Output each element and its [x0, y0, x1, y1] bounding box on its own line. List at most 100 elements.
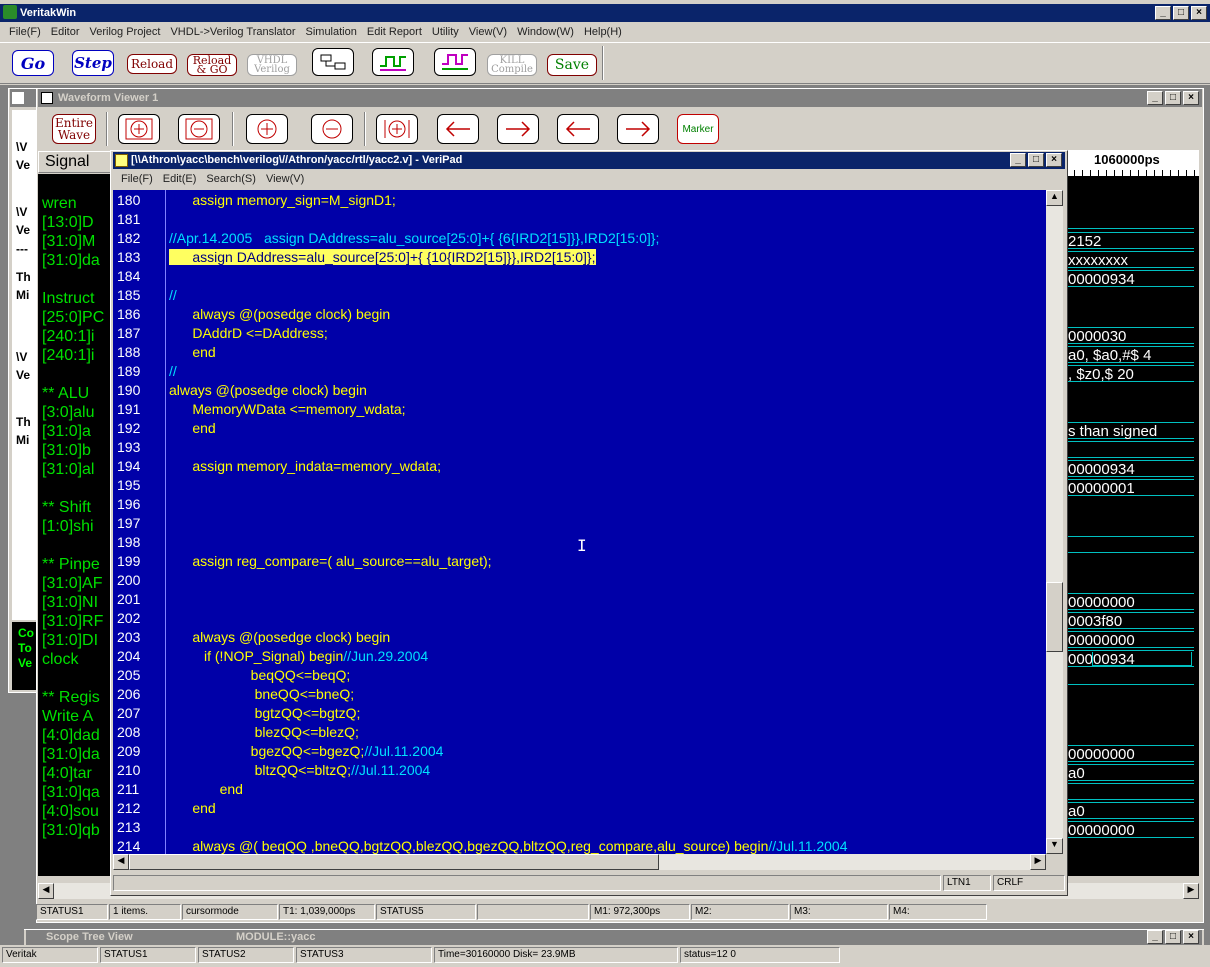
waveform-bus[interactable]: xxxxxxxx — [1066, 251, 1194, 269]
signal-row[interactable]: ** Regis — [42, 688, 100, 707]
code-line[interactable]: DAddrD <=DAddress; — [169, 324, 327, 343]
signal-row[interactable]: [31:0]RF — [42, 612, 103, 631]
waveform-bus[interactable]: 00000000 — [1066, 821, 1194, 839]
code-line[interactable]: end — [169, 343, 215, 362]
signal-row[interactable]: Write A — [42, 707, 93, 726]
code-line[interactable]: bgtzQQ<=bgtzQ; — [169, 704, 361, 723]
menu-item[interactable]: View(V) — [464, 26, 512, 38]
code-line[interactable]: beqQQ<=beqQ; — [169, 666, 351, 685]
signal-row[interactable]: [3:0]alu — [42, 403, 94, 422]
maximize-button[interactable]: □ — [1173, 6, 1189, 20]
signal-row[interactable]: [240:1]i — [42, 327, 94, 346]
signal-row[interactable]: ** Pinpe — [42, 555, 100, 574]
veripad-menu-item[interactable]: Edit(E) — [158, 173, 202, 185]
waveform-bus[interactable] — [1066, 536, 1194, 553]
editor-scroll-right-button[interactable]: ▶ — [1030, 854, 1046, 870]
code-line[interactable]: bneQQ<=bneQ; — [169, 685, 355, 704]
code-line[interactable]: // — [169, 286, 177, 305]
signal-row[interactable]: wren — [42, 194, 77, 213]
vhdl-verilog-button[interactable]: VHDL Verilog — [247, 54, 297, 76]
signal-row[interactable]: clock — [42, 650, 78, 669]
signal-row[interactable]: [4:0]sou — [42, 802, 99, 821]
go-button[interactable]: Go — [12, 50, 54, 76]
waveform-bus[interactable]: 00000000 — [1066, 631, 1194, 649]
waveform-bus[interactable] — [1066, 441, 1194, 458]
editor-scroll-left-button[interactable]: ◀ — [113, 854, 129, 870]
zoom-in-area-icon[interactable] — [118, 114, 160, 144]
waveform-maximize-button[interactable]: □ — [1165, 91, 1181, 105]
code-line[interactable]: always @(posedge clock) begin — [169, 628, 390, 647]
signal-row[interactable]: [1:0]shi — [42, 517, 94, 536]
signal-row[interactable]: [31:0]al — [42, 460, 94, 479]
waveform-minimize-button[interactable]: _ — [1147, 91, 1163, 105]
signal-row[interactable]: Instruct — [42, 289, 94, 308]
waveform-bus[interactable]: 0000030 — [1066, 327, 1194, 345]
code-line[interactable]: MemoryWData <=memory_wdata; — [169, 400, 405, 419]
scope-close-button[interactable]: × — [1183, 930, 1199, 944]
code-line[interactable]: bgezQQ<=bgezQ;//Jul.11.2004 — [169, 742, 444, 761]
signal-row[interactable]: [240:1]i — [42, 346, 94, 365]
reload-button[interactable]: Reload — [127, 54, 177, 74]
code-line[interactable]: always @( beqQQ ,bneQQ,bgtzQQ,blezQQ,bge… — [169, 837, 847, 854]
code-line[interactable]: // — [169, 362, 177, 381]
code-line[interactable]: assign memory_sign=M_signD1; — [169, 191, 396, 210]
zoom-in-icon[interactable] — [246, 114, 288, 144]
menu-item[interactable]: Help(H) — [579, 26, 627, 38]
waveform-bus[interactable]: 00000934 — [1066, 460, 1194, 478]
waveform-bus[interactable]: 00000934 — [1066, 270, 1194, 288]
code-line[interactable]: end — [169, 799, 215, 818]
waveform-green-icon[interactable] — [372, 48, 414, 76]
zoom-out-icon[interactable] — [311, 114, 353, 144]
signal-row[interactable]: [13:0]D — [42, 213, 94, 232]
code-line[interactable]: assign DAddress=alu_source[25:0]+{ {10{I… — [169, 248, 596, 267]
veripad-maximize-button[interactable]: □ — [1028, 153, 1044, 167]
zoom-fit-icon[interactable] — [376, 114, 418, 144]
signal-row[interactable]: ** Shift — [42, 498, 91, 517]
menu-item[interactable]: Utility — [427, 26, 464, 38]
waveform-bus[interactable]: a0, $a0,#$ 4 — [1066, 346, 1194, 364]
scope-minimize-button[interactable]: _ — [1147, 930, 1163, 944]
menu-item[interactable]: Editor — [46, 26, 85, 38]
scroll-right-button[interactable]: ▶ — [1183, 883, 1199, 899]
waveform-magenta-icon[interactable] — [434, 48, 476, 76]
scroll-left-button[interactable]: ◀ — [38, 883, 54, 899]
kill-compile-button[interactable]: KILL Compile — [487, 54, 537, 76]
signal-row[interactable]: [31:0]da — [42, 745, 100, 764]
veripad-close-button[interactable]: × — [1046, 153, 1062, 167]
code-line[interactable]: bltzQQ<=bltzQ;//Jul.11.2004 — [169, 761, 431, 780]
close-button[interactable]: × — [1191, 6, 1207, 20]
marker-left-icon[interactable] — [557, 114, 599, 144]
veripad-menu-item[interactable]: View(V) — [261, 173, 309, 185]
code-line[interactable]: end — [169, 780, 243, 799]
waveform-bit[interactable] — [1066, 671, 1194, 685]
waveform-bus[interactable]: 00000001 — [1066, 479, 1194, 497]
signal-row[interactable]: [4:0]dad — [42, 726, 100, 745]
code-line[interactable]: if (!NOP_Signal) begin//Jun.29.2004 — [169, 647, 428, 666]
signal-row[interactable]: [31:0]AF — [42, 574, 102, 593]
waveform-bus[interactable]: 0003f80 — [1066, 612, 1194, 630]
signal-row[interactable]: [31:0]NI — [42, 593, 98, 612]
signal-row[interactable]: [31:0]qb — [42, 821, 100, 840]
signal-row[interactable]: [25:0]PC — [42, 308, 104, 327]
waveform-close-button[interactable]: × — [1183, 91, 1199, 105]
menu-item[interactable]: Window(W) — [512, 26, 579, 38]
zoom-out-area-icon[interactable] — [178, 114, 220, 144]
editor-horizontal-scrollbar[interactable]: ◀ ▶ — [113, 854, 1046, 870]
code-line[interactable]: //Apr.14.2005 assign DAddress=alu_source… — [169, 229, 659, 248]
menu-item[interactable]: Simulation — [301, 26, 362, 38]
code-line[interactable]: always @(posedge clock) begin — [169, 305, 390, 324]
code-line[interactable]: always @(posedge clock) begin — [169, 381, 367, 400]
hierarchy-icon[interactable] — [312, 48, 354, 76]
signal-row[interactable]: ** ALU — [42, 384, 89, 403]
signal-row[interactable]: [31:0]M — [42, 232, 95, 251]
waveform-bus[interactable]: s than signed — [1066, 422, 1194, 440]
arrow-left-icon[interactable] — [437, 114, 479, 144]
waveform-bus[interactable] — [1066, 783, 1194, 800]
arrow-right-icon[interactable] — [497, 114, 539, 144]
code-editor[interactable]: I 180 assign memory_sign=M_signD1; 181 182… — [113, 190, 1046, 854]
code-line[interactable]: blezQQ<=blezQ; — [169, 723, 359, 742]
editor-vertical-scrollbar[interactable]: ▲ ▼ — [1046, 190, 1063, 854]
signal-row[interactable]: [31:0]b — [42, 441, 91, 460]
reload-go-button[interactable]: Reload & GO — [187, 54, 237, 76]
menu-item[interactable]: Edit Report — [362, 26, 427, 38]
